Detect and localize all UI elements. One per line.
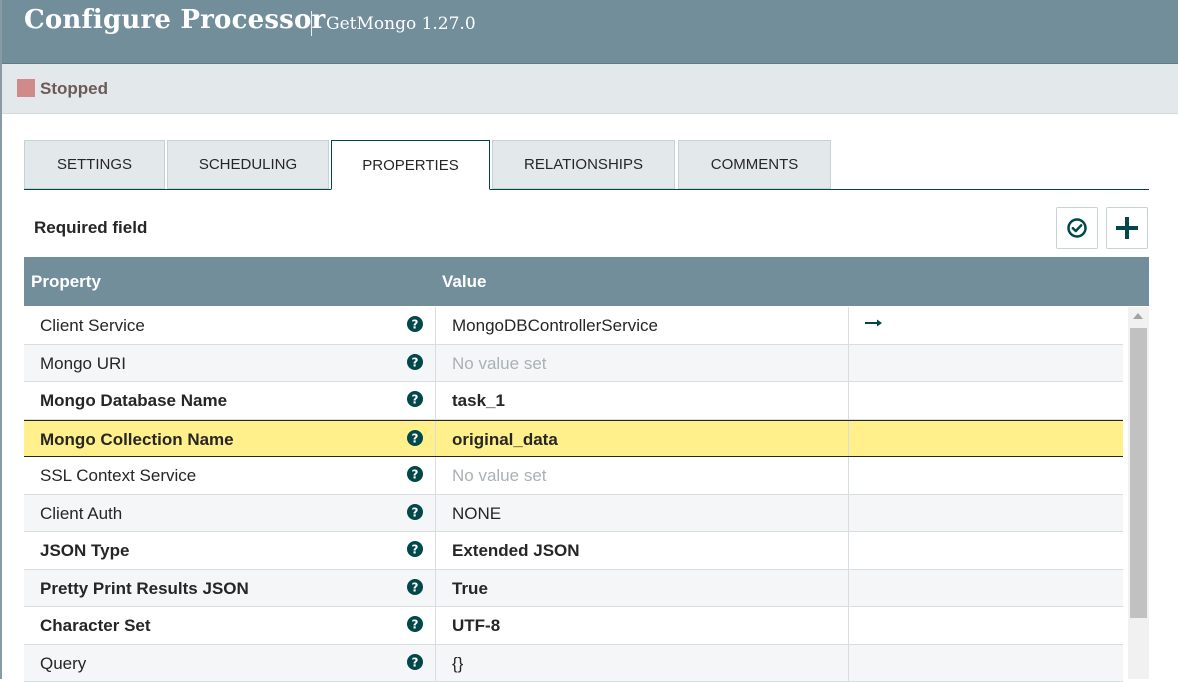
table-row[interactable]: SSL Context Service ? No value set	[24, 457, 1123, 495]
tab-bar: SETTINGS SCHEDULING PROPERTIES RELATIONS…	[24, 140, 1149, 190]
scroll-up-arrow-icon[interactable]	[1133, 313, 1143, 319]
svg-text:?: ?	[412, 355, 419, 369]
tab-scheduling[interactable]: SCHEDULING	[167, 140, 329, 189]
table-row[interactable]: Client Auth ? NONE	[24, 495, 1123, 533]
property-name: Character Set	[40, 616, 151, 636]
dialog-header: Configure Processor GetMongo 1.27.0	[2, 0, 1178, 64]
status-text: Stopped	[40, 79, 108, 99]
tab-comments[interactable]: COMMENTS	[678, 140, 831, 189]
help-icon[interactable]: ?	[407, 430, 423, 446]
property-name: Mongo Database Name	[40, 391, 227, 411]
table-row[interactable]: Client Service ? MongoDBControllerServic…	[24, 307, 1123, 345]
tab-relationships[interactable]: RELATIONSHIPS	[492, 140, 675, 189]
svg-text:?: ?	[412, 655, 419, 669]
help-icon[interactable]: ?	[407, 316, 423, 332]
help-icon[interactable]: ?	[407, 354, 423, 370]
property-value[interactable]: NONE	[452, 504, 501, 524]
svg-text:?: ?	[412, 580, 419, 594]
tab-properties[interactable]: PROPERTIES	[331, 140, 490, 190]
property-name: Mongo Collection Name	[40, 430, 234, 450]
property-value[interactable]: {}	[452, 654, 463, 674]
help-icon[interactable]: ?	[407, 466, 423, 482]
help-icon[interactable]: ?	[407, 654, 423, 670]
property-name: SSL Context Service	[40, 466, 196, 486]
verify-properties-button[interactable]	[1056, 207, 1098, 249]
help-icon[interactable]: ?	[407, 391, 423, 407]
table-row[interactable]: Mongo URI ? No value set	[24, 345, 1123, 383]
property-value[interactable]: task_1	[452, 391, 505, 411]
property-value[interactable]: True	[452, 579, 488, 599]
add-property-button[interactable]	[1106, 207, 1148, 249]
svg-text:?: ?	[412, 393, 419, 407]
table-row[interactable]: Mongo Database Name ? task_1	[24, 382, 1123, 420]
processor-type: GetMongo 1.27.0	[326, 14, 476, 34]
property-name: Mongo URI	[40, 354, 126, 374]
status-bar: Stopped	[2, 64, 1178, 114]
properties-table-header: Property Value	[24, 257, 1149, 306]
check-circle-icon	[1066, 217, 1088, 239]
property-name: Client Service	[40, 316, 145, 336]
property-name: Client Auth	[40, 504, 122, 524]
table-row[interactable]: Character Set ? UTF-8	[24, 607, 1123, 645]
stopped-icon	[17, 79, 35, 97]
column-header-property[interactable]: Property	[31, 272, 101, 292]
svg-text:?: ?	[412, 543, 419, 557]
property-value[interactable]: MongoDBControllerService	[452, 316, 658, 336]
dialog-title: Configure Processor	[24, 5, 325, 35]
required-field-label: Required field	[34, 218, 147, 238]
svg-text:?: ?	[412, 431, 419, 445]
property-name: Query	[40, 654, 86, 674]
property-value[interactable]: No value set	[452, 466, 547, 486]
svg-text:?: ?	[412, 618, 419, 632]
svg-text:?: ?	[412, 505, 419, 519]
properties-table-body: Client Service ? MongoDBControllerServic…	[24, 307, 1123, 682]
help-icon[interactable]: ?	[407, 616, 423, 632]
help-icon[interactable]: ?	[407, 504, 423, 520]
table-row[interactable]: Pretty Print Results JSON ? True	[24, 570, 1123, 608]
table-row[interactable]: JSON Type ? Extended JSON	[24, 532, 1123, 570]
tab-settings[interactable]: SETTINGS	[24, 140, 165, 189]
property-name: Pretty Print Results JSON	[40, 579, 249, 599]
plus-icon	[1116, 217, 1138, 239]
property-value[interactable]: Extended JSON	[452, 541, 580, 561]
go-to-service-arrow-icon[interactable]	[864, 313, 884, 333]
title-divider	[311, 11, 312, 36]
scrollbar-thumb[interactable]	[1130, 328, 1147, 618]
property-value[interactable]: UTF-8	[452, 616, 500, 636]
column-header-value[interactable]: Value	[442, 272, 486, 292]
tab-underline	[24, 189, 1149, 190]
property-name: JSON Type	[40, 541, 129, 561]
property-value[interactable]: No value set	[452, 354, 547, 374]
svg-text:?: ?	[412, 318, 419, 332]
table-row[interactable]: Query ? {}	[24, 645, 1123, 682]
help-icon[interactable]: ?	[407, 579, 423, 595]
property-value[interactable]: original_data	[452, 430, 558, 450]
help-icon[interactable]: ?	[407, 541, 423, 557]
table-row-selected[interactable]: Mongo Collection Name ? original_data	[24, 420, 1123, 458]
svg-text:?: ?	[412, 468, 419, 482]
